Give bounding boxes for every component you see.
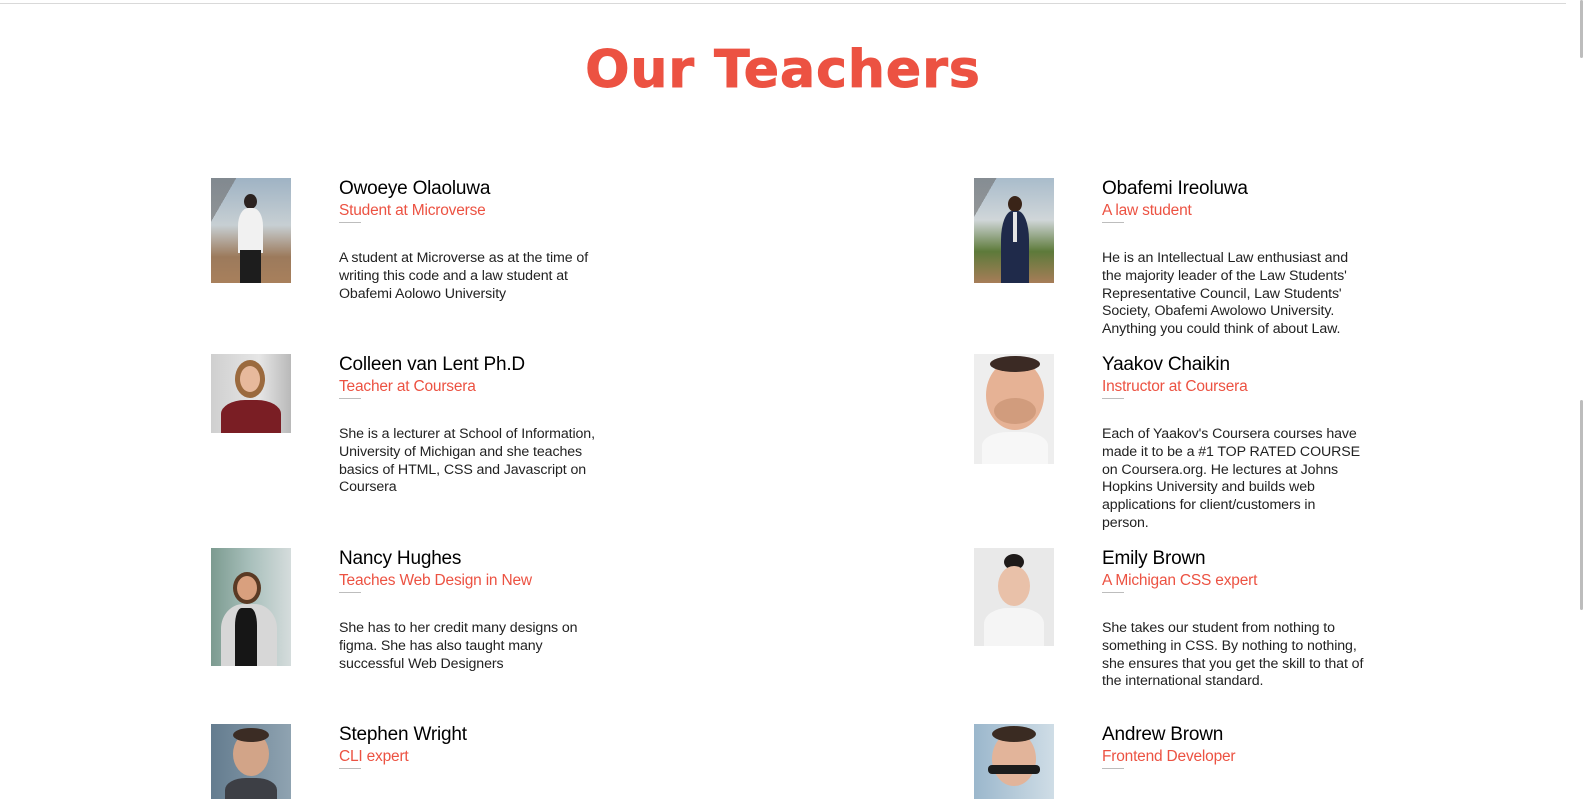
teacher-role: A Michigan CSS expert bbox=[1102, 571, 1364, 593]
teacher-info: Nancy Hughes Teaches Web Design in New S… bbox=[339, 548, 601, 673]
teacher-role: CLI expert bbox=[339, 747, 601, 769]
teacher-info: Owoeye Olaoluwa Student at Microverse A … bbox=[339, 178, 601, 303]
teacher-info: Yaakov Chaikin Instructor at Coursera Ea… bbox=[1102, 354, 1364, 533]
teacher-photo bbox=[974, 548, 1054, 646]
scrollbar-thumb[interactable] bbox=[1580, 400, 1583, 610]
teacher-photo bbox=[974, 354, 1054, 464]
teacher-description: She has to her credit many designs on fi… bbox=[339, 620, 578, 672]
teacher-role: Teaches Web Design in New bbox=[339, 571, 601, 593]
teacher-role: Frontend Developer bbox=[1102, 747, 1364, 769]
teacher-description: She is a lecturer at School of Informati… bbox=[339, 426, 595, 496]
teacher-name: Emily Brown bbox=[1102, 548, 1206, 569]
scrollbar[interactable] bbox=[1566, 0, 1586, 799]
scrollbar-thumb[interactable] bbox=[1580, 0, 1583, 58]
teacher-photo bbox=[974, 724, 1054, 799]
teacher-description: He is an Intellectual Law enthusiast and… bbox=[1102, 250, 1349, 338]
teacher-name: Stephen Wright bbox=[339, 724, 467, 745]
teacher-photo bbox=[211, 724, 291, 799]
teacher-name: Obafemi Ireoluwa bbox=[1102, 178, 1248, 199]
page: Our Teachers Owoeye Olaoluwa Student at … bbox=[0, 0, 1586, 799]
top-divider bbox=[0, 3, 1566, 4]
teacher-name: Yaakov Chaikin bbox=[1102, 354, 1230, 375]
teacher-photo bbox=[211, 178, 291, 283]
teacher-info: Emily Brown A Michigan CSS expert She ta… bbox=[1102, 548, 1364, 691]
teacher-description: She takes our student from nothing to so… bbox=[1102, 620, 1364, 690]
teacher-info: Stephen Wright CLI expert bbox=[339, 724, 601, 769]
section-title: Our Teachers bbox=[585, 40, 981, 101]
teacher-info: Colleen van Lent Ph.D Teacher at Courser… bbox=[339, 354, 601, 497]
teacher-photo bbox=[974, 178, 1054, 283]
teacher-role: Student at Microverse bbox=[339, 201, 601, 223]
teacher-name: Nancy Hughes bbox=[339, 548, 462, 569]
teacher-role: Teacher at Coursera bbox=[339, 377, 601, 399]
teacher-description: Each of Yaakov's Coursera courses have m… bbox=[1102, 426, 1361, 531]
teacher-info: Andrew Brown Frontend Developer bbox=[1102, 724, 1364, 769]
teacher-role: Instructor at Coursera bbox=[1102, 377, 1364, 399]
teacher-photo bbox=[211, 548, 291, 666]
teacher-photo bbox=[211, 354, 291, 433]
teacher-name: Andrew Brown bbox=[1102, 724, 1224, 745]
teacher-name: Owoeye Olaoluwa bbox=[339, 178, 491, 199]
teacher-role: A law student bbox=[1102, 201, 1364, 223]
teacher-name: Colleen van Lent Ph.D bbox=[339, 354, 525, 375]
teacher-info: Obafemi Ireoluwa A law student He is an … bbox=[1102, 178, 1364, 339]
teacher-description: A student at Microverse as at the time o… bbox=[339, 250, 589, 302]
